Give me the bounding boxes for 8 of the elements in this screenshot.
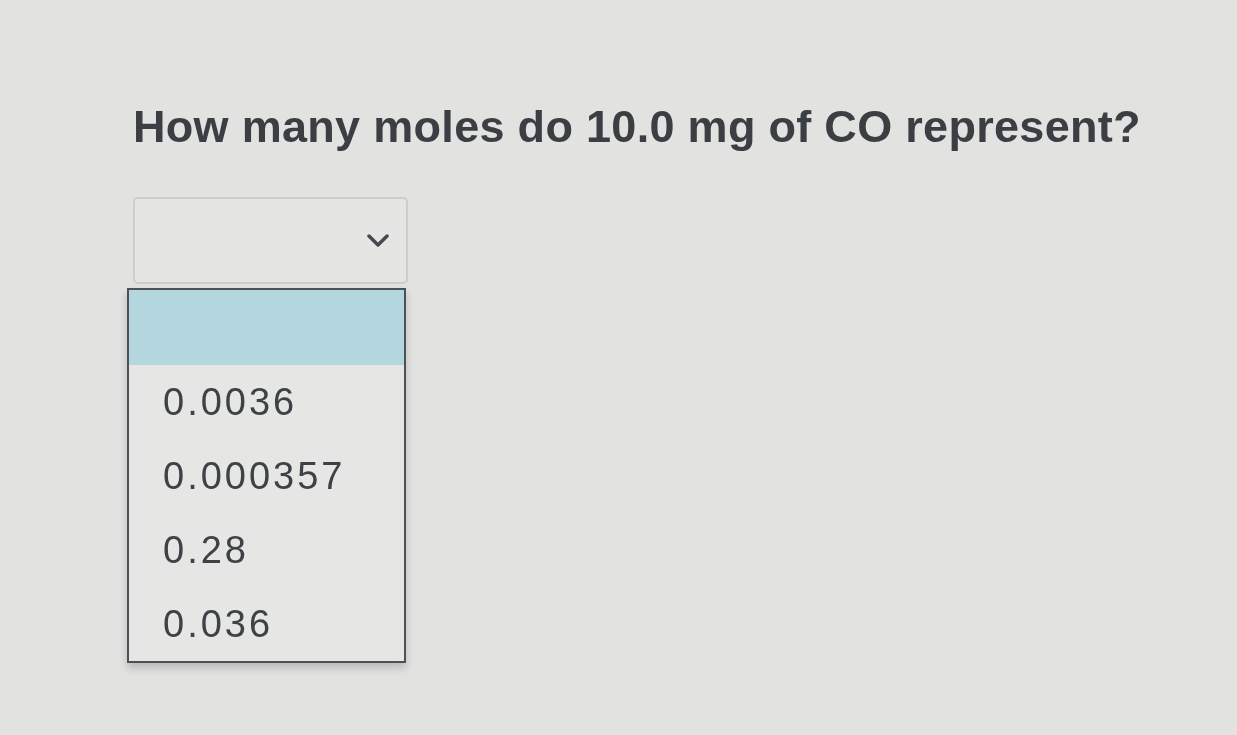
chevron-icon <box>367 234 389 247</box>
question-text: How many moles do 10.0 mg of CO represent? <box>133 100 1141 154</box>
dropdown-option[interactable] <box>129 290 404 365</box>
dropdown-option[interactable]: 0.036 <box>129 587 404 661</box>
dropdown-option[interactable]: 0.000357 <box>129 439 404 513</box>
dropdown-option[interactable]: 0.28 <box>129 513 404 587</box>
dropdown-option[interactable]: 0.0036 <box>129 365 404 439</box>
select-field[interactable] <box>133 197 408 284</box>
